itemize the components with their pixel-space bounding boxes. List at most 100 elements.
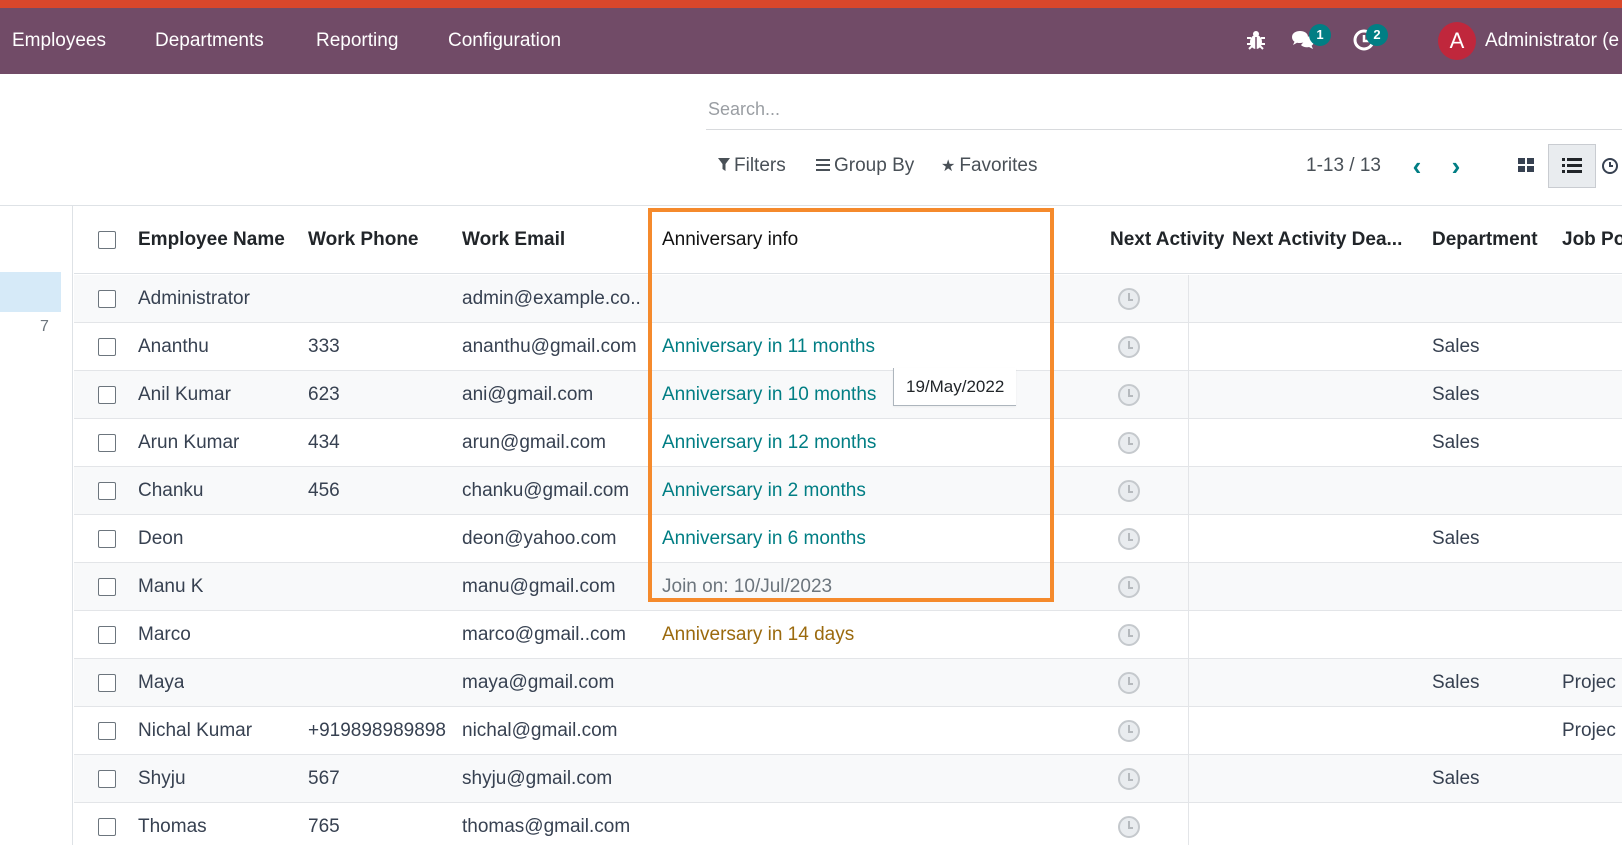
- side-panel: 7: [0, 206, 73, 845]
- table-row[interactable]: Manu K manu@gmail.com Join on: 10/Jul/2023: [74, 563, 1622, 611]
- cell-anniversary-info: Anniversary in 11 months: [662, 336, 875, 357]
- row-checkbox[interactable]: [98, 290, 116, 308]
- table-row[interactable]: Chanku 456 chanku@gmail.com Anniversary in …: [74, 467, 1622, 515]
- table-row[interactable]: Arun Kumar 434 arun@gmail.com Anniversary i…: [74, 419, 1622, 467]
- table-row[interactable]: Anil Kumar 623 ani@gmail.com Anniversary in…: [74, 371, 1622, 419]
- cell-work-phone: +919898989898: [308, 720, 446, 741]
- column-separator: [1188, 467, 1189, 515]
- table-row[interactable]: Thomas 765 thomas@gmail.com: [74, 803, 1622, 845]
- activity-clock-icon[interactable]: [1118, 672, 1140, 694]
- activity-clock-icon[interactable]: [1118, 624, 1140, 646]
- cell-department: Sales: [1432, 672, 1480, 693]
- menu-configuration[interactable]: Configuration: [448, 8, 561, 74]
- cell-work-email: chanku@gmail.com: [462, 480, 630, 501]
- chat-badge: 1: [1309, 24, 1331, 46]
- activity-clock-icon[interactable]: [1118, 384, 1140, 406]
- column-separator: [1188, 275, 1189, 323]
- cell-employee-name: Nichal Kumar: [138, 720, 253, 741]
- list-view-button[interactable]: [1548, 144, 1596, 188]
- favorites-button[interactable]: ★ Favorites: [941, 148, 1037, 184]
- row-checkbox[interactable]: [98, 626, 116, 644]
- row-checkbox[interactable]: [98, 338, 116, 356]
- column-separator: [1188, 659, 1189, 707]
- select-all-checkbox[interactable]: [98, 231, 116, 249]
- cell-employee-name: Shyju: [138, 768, 186, 789]
- activity-view-button[interactable]: [1598, 144, 1622, 188]
- table-row[interactable]: Nichal Kumar +919898989898 nichal@gmail.co…: [74, 707, 1622, 755]
- activity-clock-icon[interactable]: [1118, 480, 1140, 502]
- activity-clock-icon[interactable]: [1118, 432, 1140, 454]
- row-checkbox[interactable]: [98, 722, 116, 740]
- menu-departments[interactable]: Departments: [155, 8, 264, 74]
- header-job-position[interactable]: Job Po: [1562, 206, 1622, 274]
- activity-clock-icon[interactable]: [1118, 528, 1140, 550]
- header-work-phone[interactable]: Work Phone: [308, 206, 419, 274]
- group-by-button[interactable]: Group By: [816, 148, 914, 184]
- cell-job-position: Projec: [1562, 672, 1616, 693]
- activity-badge: 2: [1366, 24, 1388, 46]
- cell-department: Sales: [1432, 336, 1480, 357]
- menu-reporting[interactable]: Reporting: [316, 8, 398, 74]
- cell-employee-name: Arun Kumar: [138, 432, 240, 453]
- cell-work-email: manu@gmail.com: [462, 576, 616, 597]
- cell-employee-name: Administrator: [138, 288, 250, 309]
- row-checkbox[interactable]: [98, 434, 116, 452]
- table-row[interactable]: Administrator admin@example.co...: [74, 275, 1622, 323]
- cell-employee-name: Chanku: [138, 480, 204, 501]
- column-separator: [1188, 323, 1189, 371]
- sidebar-count: 7: [40, 318, 49, 335]
- row-checkbox[interactable]: [98, 674, 116, 692]
- activity-clock-icon[interactable]: [1118, 720, 1140, 742]
- activity-clock-icon[interactable]: [1118, 768, 1140, 790]
- bug-icon[interactable]: [1244, 28, 1268, 52]
- cell-work-phone: 623: [308, 384, 340, 405]
- chevron-left-icon[interactable]: ‹: [1405, 148, 1429, 184]
- pager-value[interactable]: 1-13 / 13: [1306, 148, 1381, 184]
- row-checkbox[interactable]: [98, 578, 116, 596]
- kanban-grid-icon: [1518, 158, 1534, 172]
- column-separator: [1188, 707, 1189, 755]
- cell-employee-name: Ananthu: [138, 336, 209, 357]
- avatar[interactable]: A: [1438, 22, 1476, 60]
- row-checkbox[interactable]: [98, 818, 116, 836]
- row-checkbox[interactable]: [98, 530, 116, 548]
- filters-label: Filters: [734, 155, 786, 176]
- activity-clock-icon[interactable]: [1118, 336, 1140, 358]
- cell-work-email: deon@yahoo.com: [462, 528, 617, 549]
- header-department[interactable]: Department: [1432, 206, 1538, 274]
- column-separator: [1188, 515, 1189, 563]
- filter-icon: [718, 149, 730, 185]
- cell-employee-name: Thomas: [138, 816, 207, 837]
- cell-anniversary-info: Anniversary in 14 days: [662, 624, 855, 645]
- table-row[interactable]: Shyju 567 shyju@gmail.com Sales: [74, 755, 1622, 803]
- kanban-view-button[interactable]: [1502, 144, 1550, 188]
- table-row[interactable]: Ananthu 333 ananthu@gmail.com Anniversary i…: [74, 323, 1622, 371]
- search-input[interactable]: [706, 90, 1622, 130]
- table-row[interactable]: Deon deon@yahoo.com Anniversary in 6 month…: [74, 515, 1622, 563]
- header-anniversary-info[interactable]: Anniversary info: [662, 206, 798, 274]
- activity-clock-icon[interactable]: [1118, 576, 1140, 598]
- header-next-activity[interactable]: Next Activity: [1110, 206, 1224, 274]
- header-employee-name[interactable]: Employee Name: [138, 206, 285, 274]
- column-separator: [1188, 755, 1189, 803]
- top-accent-strip: [0, 0, 1622, 8]
- row-checkbox[interactable]: [98, 386, 116, 404]
- column-separator: [1188, 419, 1189, 467]
- row-checkbox[interactable]: [98, 482, 116, 500]
- row-checkbox[interactable]: [98, 770, 116, 788]
- user-menu[interactable]: Administrator (e: [1485, 8, 1619, 74]
- table-row[interactable]: Maya maya@gmail.com Sales Projec: [74, 659, 1622, 707]
- sidebar-selected-item[interactable]: [0, 272, 61, 312]
- table-row[interactable]: Marco marco@gmail..com Anniversary in 14 d…: [74, 611, 1622, 659]
- cell-department: Sales: [1432, 432, 1480, 453]
- activity-clock-icon[interactable]: [1118, 288, 1140, 310]
- cell-employee-name: Manu K: [138, 576, 204, 597]
- header-work-email[interactable]: Work Email: [462, 206, 565, 274]
- favorites-label: Favorites: [959, 155, 1038, 176]
- chevron-right-icon[interactable]: ›: [1444, 148, 1468, 184]
- activity-clock-icon[interactable]: [1118, 816, 1140, 838]
- header-next-activity-deadline[interactable]: Next Activity Dea...: [1232, 206, 1402, 274]
- filters-button[interactable]: Filters: [718, 148, 786, 184]
- menu-employees[interactable]: Employees: [12, 8, 106, 74]
- cell-work-email: shyju@gmail.com: [462, 768, 613, 789]
